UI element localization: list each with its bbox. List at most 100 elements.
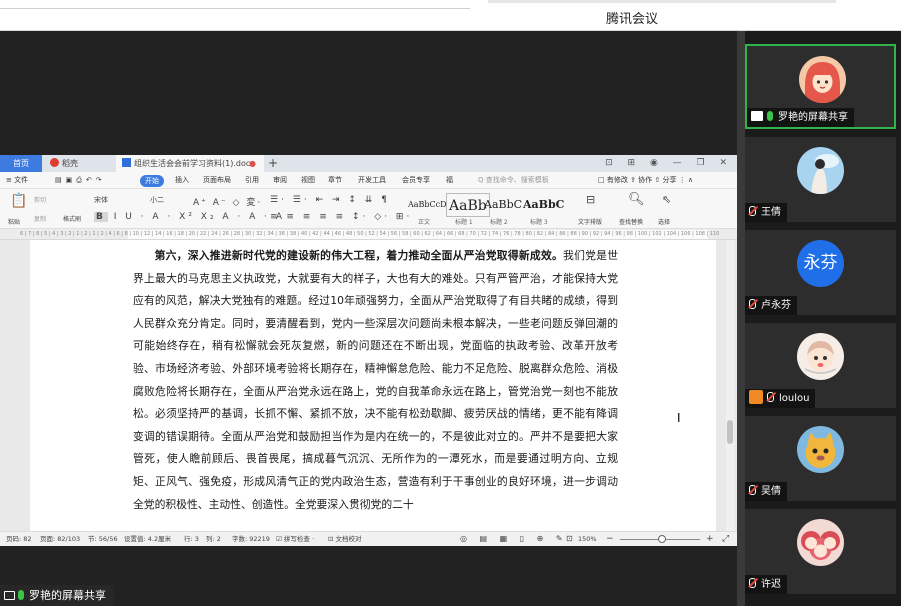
horizontal-ruler[interactable]: 6 | 7 | 8 | 5 | 4 | 3 | 2 | 1 | 2 | 1 | … <box>0 229 737 240</box>
fullscreen-icon[interactable]: ⤢ <box>722 532 729 546</box>
style-heading2-label[interactable]: 标题 2 <box>490 217 508 226</box>
menu-member[interactable]: 会员专享 <box>402 172 430 189</box>
word-doc-icon <box>122 158 131 167</box>
find-replace-icon[interactable]: 🔍︎ <box>628 192 645 207</box>
quick-access-icons[interactable]: ▤▣⎙↶↷ <box>55 172 106 189</box>
style-normal-preview[interactable]: AaBbCcD <box>408 193 447 217</box>
participant-name-label: 卢永芬 <box>745 296 797 315</box>
menu-insert[interactable]: 插入 <box>175 172 189 189</box>
participant-name-label: loulou <box>745 389 816 408</box>
menu-chapter[interactable]: 章节 <box>328 172 342 189</box>
tab-home[interactable]: 首页 <box>0 155 42 172</box>
window-controls[interactable]: ⊡ ⊞ ◉ — ❐ ✕ <box>605 155 733 172</box>
status-settings[interactable]: 设置值: 4.2厘米 <box>124 532 171 546</box>
paste-label[interactable]: 粘贴 <box>8 217 20 226</box>
font-size-select[interactable]: 小二 <box>150 195 164 205</box>
menu-view[interactable]: 视图 <box>301 172 315 189</box>
paste-icon[interactable]: 📋 <box>10 193 27 209</box>
style-heading1-label[interactable]: 标题 1 <box>455 217 473 226</box>
participant-name: 罗艳的屏幕共享 <box>778 112 848 123</box>
new-tab-button[interactable]: + <box>266 155 280 172</box>
select-label[interactable]: 选择 <box>658 217 670 226</box>
zoom-in-button[interactable]: + <box>706 532 714 546</box>
collab-share-menu[interactable]: □ 有修改 ⇪ 协作 ⇧ 分享 ⋮ ∧ <box>598 172 693 189</box>
cut-button[interactable]: 剪切 <box>34 195 46 204</box>
participant-tile[interactable]: 永芬 卢永芬 <box>745 230 896 315</box>
menu-more[interactable]: 福 <box>446 172 453 189</box>
mic-muted-icon <box>767 392 774 402</box>
style-heading3-label[interactable]: 标题 3 <box>530 217 548 226</box>
style-normal-label[interactable]: 正文 <box>418 217 430 226</box>
list-indent-buttons[interactable]: ☰· ☰· ⇤ ⇥ ↕ ⇊ ¶ <box>270 195 390 205</box>
mic-on-icon <box>18 590 24 600</box>
document-paragraph[interactable]: 第六，深入推进新时代党的建设新的伟大工程，着力推动全面从严治党取得新成效。我们党… <box>133 245 618 516</box>
tab-document[interactable]: 组织生活会会前学习资料(1).docx ● <box>116 155 264 172</box>
text-layout-label[interactable]: 文字排版 <box>578 217 602 226</box>
mic-muted-icon <box>749 578 756 588</box>
zoom-out-button[interactable]: − <box>606 532 614 546</box>
paragraph-align-buttons[interactable]: ≡ ≡ ≡ ≡ ≡ ↕· ◇· ⊞· <box>270 212 412 222</box>
participant-name: loulou <box>779 393 810 404</box>
find-replace-label[interactable]: 查找替换 <box>619 217 643 226</box>
participant-name: 吴倩 <box>761 486 781 497</box>
presenter-label: 罗艳的屏幕共享 <box>0 585 114 606</box>
menu-review[interactable]: 审阅 <box>273 172 287 189</box>
shared-screen: 首页 稻壳 组织生活会会前学习资料(1).docx ● + ⊡ ⊞ ◉ — ❐ ✕… <box>0 31 737 606</box>
participant-name: 王倩 <box>761 207 781 218</box>
format-painter-button[interactable]: 格式刷 <box>63 214 81 223</box>
wps-status-bar: 页码: 82 页面: 82/103 节: 56/56 设置值: 4.2厘米 行:… <box>0 531 737 546</box>
ruler-ticks: 6 | 7 | 8 | 5 | 4 | 3 | 2 | 1 | 2 | 1 | … <box>20 231 720 237</box>
style-heading3-preview[interactable]: AaBbC <box>523 193 564 217</box>
menu-start[interactable]: 开始 <box>140 175 164 187</box>
view-mode-icons[interactable]: ◎ ▤ ▦ ▯ ⊕ ✎ <box>460 532 568 546</box>
status-page-number[interactable]: 页码: 82 <box>6 532 32 546</box>
paragraph-body: 我们党是世界上最大的马克思主义执政党，大就要有大的样子，大也有大的难处。只有严管… <box>133 249 619 511</box>
avatar-initials: 永芬 <box>803 253 838 273</box>
avatar <box>797 333 844 380</box>
menu-file[interactable]: ≡ 文件 <box>6 172 28 189</box>
zoom-level[interactable]: 150% <box>578 532 597 546</box>
wps-ribbon: 📋 粘贴 剪切 复制 格式刷 宋体 小二 B I U · A · X² X₂ A… <box>0 189 737 229</box>
style-heading2-preview[interactable]: AaBbC <box>484 193 522 217</box>
font-format-buttons[interactable]: B I U · A · X² X₂ A · A · A <box>94 212 285 222</box>
vertical-scrollbar[interactable] <box>726 240 734 531</box>
document-area[interactable]: 第六，深入推进新时代党的建设新的伟大工程，着力推动全面从严治党取得新成效。我们党… <box>0 240 737 531</box>
status-row[interactable]: 行: 3 <box>184 532 199 546</box>
meeting-title-bar: 腾讯会议 <box>0 0 901 31</box>
participant-name: 许迟 <box>761 579 781 590</box>
menu-page-layout[interactable]: 页面布局 <box>203 172 231 189</box>
avatar-cartoon-girl-icon <box>797 333 844 380</box>
status-col[interactable]: 列: 2 <box>206 532 221 546</box>
copy-button[interactable]: 复制 <box>34 214 46 223</box>
menu-developer[interactable]: 开发工具 <box>358 172 386 189</box>
tab-daoke[interactable]: 稻壳 <box>44 155 112 172</box>
panel-divider[interactable] <box>737 31 745 606</box>
participant-tile[interactable]: 罗艳的屏幕共享 <box>745 44 896 129</box>
document-page[interactable]: 第六，深入推进新时代党的建设新的伟大工程，着力推动全面从严治党取得新成效。我们党… <box>30 240 716 531</box>
status-pages[interactable]: 页面: 82/103 <box>40 532 80 546</box>
font-size-buttons[interactable]: A⁺ A⁻ ◇ 変· <box>193 195 262 208</box>
status-section[interactable]: 节: 56/56 <box>88 532 118 546</box>
avatar <box>799 56 846 103</box>
participant-tile[interactable]: 吴倩 <box>745 416 896 501</box>
participant-tile[interactable]: loulou <box>745 323 896 408</box>
status-words[interactable]: 字数: 92219 <box>232 532 270 546</box>
fit-page-icon[interactable]: ⊡ <box>566 532 573 546</box>
command-search-input[interactable]: Q 查找命令、搜索模板 <box>478 175 549 185</box>
wps-menu-bar: ≡ 文件 ▤▣⎙↶↷ 开始 插入 页面布局 引用 审阅 视图 章节 开发工具 会… <box>0 172 737 189</box>
avatar-cartoon-cat-icon <box>797 426 844 473</box>
spell-check-toggle[interactable]: ☑ 拼写检查 · <box>276 532 314 546</box>
proofread-button[interactable]: ⊡ 文档校对 <box>328 532 362 546</box>
zoom-slider-thumb[interactable] <box>658 535 666 543</box>
font-name-select[interactable]: 宋体 <box>94 195 108 205</box>
avatar <box>797 519 844 566</box>
select-cursor-icon[interactable]: ⇖ <box>662 193 671 206</box>
mic-muted-icon <box>749 206 756 216</box>
text-layout-icon[interactable]: ⊟ <box>586 193 595 206</box>
scrollbar-thumb[interactable] <box>727 420 733 444</box>
screen-share-icon <box>4 591 15 600</box>
participant-tile[interactable]: 许迟 <box>745 509 896 594</box>
participant-tile[interactable]: 王倩 <box>745 137 896 222</box>
wps-window: 首页 稻壳 组织生活会会前学习资料(1).docx ● + ⊡ ⊞ ◉ — ❐ ✕… <box>0 155 737 546</box>
menu-references[interactable]: 引用 <box>245 172 259 189</box>
